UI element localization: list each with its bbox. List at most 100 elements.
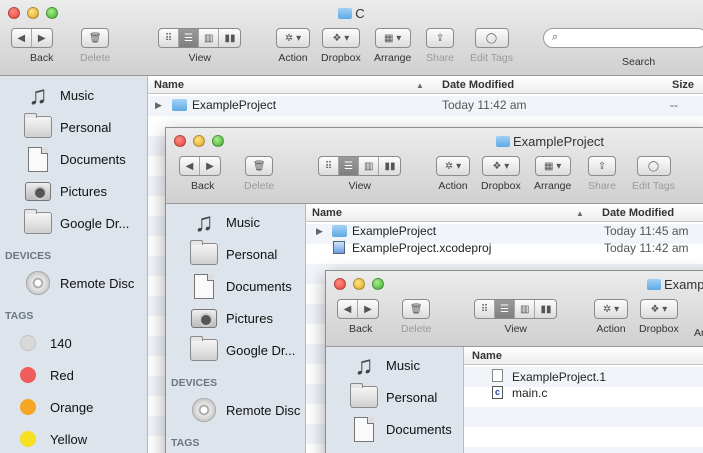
forward-arrow-icon[interactable]: ▶ — [200, 157, 220, 175]
music-icon: ♫ — [194, 207, 214, 237]
action-label: Action — [438, 180, 468, 192]
sidebar-item-personal[interactable]: Personal — [166, 238, 305, 270]
edit-tags-label: Edit Tags — [632, 180, 675, 192]
list-view-icon[interactable]: ☰ — [339, 157, 359, 175]
back-label: Back — [191, 180, 215, 192]
icon-view-icon[interactable]: ⠿ — [159, 29, 179, 47]
coverflow-view-icon[interactable]: ▮▮ — [219, 29, 240, 47]
folder-icon — [24, 209, 52, 235]
column-date-modified[interactable]: Date Modified — [442, 79, 514, 91]
sidebar-item-music[interactable]: ♫ Music — [326, 349, 463, 381]
list-view-icon[interactable]: ☰ — [495, 300, 515, 318]
icon-view-icon[interactable]: ⠿ — [319, 157, 339, 175]
sidebar-item-label: Google Dr... — [226, 342, 296, 358]
sidebar-item-google-drive[interactable]: Google Dr... — [166, 334, 305, 366]
trash-icon[interactable]: 🗑 — [403, 300, 429, 318]
zoom-button[interactable] — [372, 278, 384, 290]
column-name[interactable]: Name — [312, 207, 342, 219]
forward-arrow-icon[interactable]: ▶ — [32, 29, 52, 47]
sidebar-item-pictures[interactable]: Pictures — [166, 302, 305, 334]
sidebar-tag-140[interactable]: 140 — [0, 327, 147, 359]
tag-icon[interactable]: ◯ — [476, 29, 508, 47]
folder-icon — [190, 336, 218, 362]
minimize-button[interactable] — [353, 278, 365, 290]
table-row[interactable]: ▶ ExampleProject Today 11:42 am -- — [148, 95, 703, 115]
share-group: ⇪ Share — [426, 28, 454, 64]
documents-icon — [350, 416, 378, 442]
sidebar-item-music[interactable]: ♫ Music — [0, 79, 147, 111]
minimize-button[interactable] — [193, 135, 205, 147]
dropbox-icon[interactable]: ❖ ▾ — [641, 300, 677, 318]
column-name[interactable]: Name — [472, 350, 502, 362]
arrange-icon[interactable]: ▦ ▾ — [536, 157, 570, 175]
row-name: ExampleProject — [192, 98, 277, 112]
back-arrow-icon[interactable]: ◀ — [338, 300, 358, 318]
tag-icon[interactable]: ◯ — [638, 157, 670, 175]
close-button[interactable] — [174, 135, 186, 147]
column-view-icon[interactable]: ▥ — [199, 29, 220, 47]
coverflow-view-icon[interactable]: ▮▮ — [535, 300, 556, 318]
sidebar-item-personal[interactable]: Personal — [326, 381, 463, 413]
tag-dot-icon — [20, 367, 36, 383]
action-label: Action — [278, 52, 308, 64]
column-date-modified[interactable]: Date Modified — [602, 207, 674, 219]
gear-icon[interactable]: ✲ ▾ — [277, 29, 309, 47]
sidebar-item-personal[interactable]: Personal — [0, 111, 147, 143]
forward-arrow-icon[interactable]: ▶ — [358, 300, 378, 318]
view-label: View — [188, 52, 212, 64]
row-date: Today 11:45 am — [604, 224, 689, 238]
sidebar-item-label: Personal — [226, 246, 278, 262]
column-view-icon[interactable]: ▥ — [359, 157, 380, 175]
trash-icon[interactable]: 🗑 — [82, 29, 108, 47]
window-title-text: C — [355, 6, 365, 21]
gear-icon[interactable]: ✲ ▾ — [595, 300, 627, 318]
music-icon: ♫ — [28, 80, 48, 110]
sidebar-item-remote-disc[interactable]: Remote Disc — [166, 394, 305, 426]
folder-icon — [332, 225, 347, 237]
column-name[interactable]: Name — [154, 79, 184, 91]
sidebar-item-documents[interactable]: Documents — [0, 143, 147, 175]
delete-label: Delete — [401, 323, 432, 335]
window-title-text: Example — [664, 277, 703, 292]
table-row[interactable]: ExampleProject.xcodeproj Today 11:42 am — [306, 238, 703, 258]
arrange-icon[interactable]: ▦ ▾ — [376, 29, 410, 47]
sidebar-item-google-drive[interactable]: Google Dr... — [0, 207, 147, 239]
list-view-icon[interactable]: ☰ — [179, 29, 199, 47]
view-group: ⠿ ☰ ▥ ▮▮ View — [158, 28, 242, 64]
column-size[interactable]: Size — [672, 79, 694, 91]
trash-icon[interactable]: 🗑 — [246, 157, 272, 175]
sidebar-tag-orange[interactable]: Orange — [0, 391, 147, 423]
view-label: View — [348, 180, 372, 192]
tags-header: TAGS — [5, 310, 34, 322]
column-view-icon[interactable]: ▥ — [515, 300, 536, 318]
back-arrow-icon[interactable]: ◀ — [180, 157, 200, 175]
disclosure-triangle-icon[interactable]: ▶ — [155, 100, 162, 111]
share-icon[interactable]: ⇪ — [589, 157, 615, 175]
sidebar-tag-yellow[interactable]: Yellow — [0, 423, 147, 453]
sidebar-tag-red[interactable]: Red — [0, 359, 147, 391]
sidebar-item-remote-disc[interactable]: Remote Disc — [0, 267, 147, 299]
sidebar-item-documents[interactable]: Documents — [166, 270, 305, 302]
share-icon[interactable]: ⇪ — [427, 29, 453, 47]
sidebar-item-documents[interactable]: Documents — [326, 413, 463, 445]
dropbox-icon[interactable]: ❖ ▾ — [483, 157, 519, 175]
table-row[interactable]: c main.c — [464, 383, 703, 403]
disc-icon — [190, 398, 218, 422]
back-forward-group: ◀ ▶ Back — [337, 299, 379, 335]
coverflow-view-icon[interactable]: ▮▮ — [379, 157, 400, 175]
arrange-group: ▦ ▾ Arrange — [374, 28, 411, 64]
window-controls — [334, 278, 384, 290]
close-button[interactable] — [334, 278, 346, 290]
zoom-button[interactable] — [212, 135, 224, 147]
back-arrow-icon[interactable]: ◀ — [12, 29, 32, 47]
dropbox-icon[interactable]: ❖ ▾ — [323, 29, 359, 47]
disclosure-triangle-icon[interactable]: ▶ — [316, 226, 323, 237]
icon-view-icon[interactable]: ⠿ — [475, 300, 495, 318]
view-group: ⠿ ☰ ▥ ▮▮ View — [474, 299, 558, 335]
window-controls — [174, 135, 224, 147]
gear-icon[interactable]: ✲ ▾ — [437, 157, 469, 175]
document-icon — [492, 369, 503, 382]
sidebar-item-music[interactable]: ♫ Music — [166, 206, 305, 238]
search-input[interactable]: ⌕ — [543, 28, 703, 48]
sidebar-item-pictures[interactable]: Pictures — [0, 175, 147, 207]
